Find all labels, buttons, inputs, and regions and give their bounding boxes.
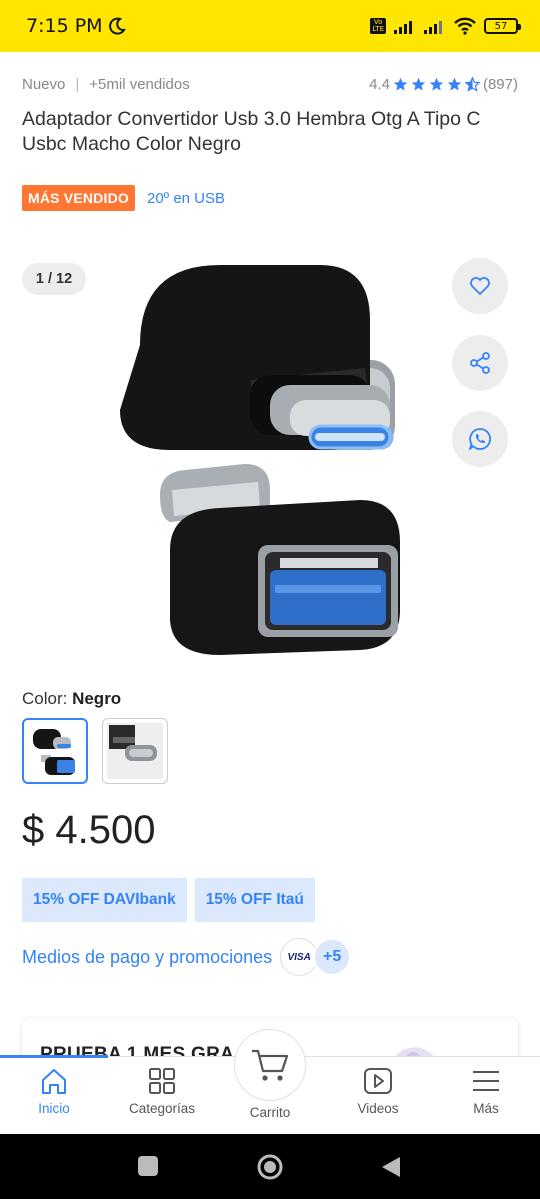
half-star-icon: [464, 77, 480, 92]
bottom-nav: Inicio Categorías Carrito Videos Más: [0, 1029, 540, 1134]
back-icon[interactable]: [380, 1155, 402, 1179]
status-icons: Vo LTE 57: [370, 17, 521, 35]
cart-icon: [252, 1049, 289, 1081]
nav-inicio[interactable]: Inicio: [0, 1067, 108, 1116]
home-button-icon[interactable]: [256, 1153, 284, 1181]
promo-davibank[interactable]: 15% OFF DAVIbank: [22, 878, 187, 922]
product-page: 7:15 PM Vo LTE 57 Nuevo | +5mil vendidos …: [0, 0, 540, 1199]
image-gallery[interactable]: 1 / 12: [0, 240, 540, 670]
volte-icon: Vo LTE: [370, 18, 386, 34]
nav-categorias[interactable]: Categorías: [108, 1067, 216, 1116]
nav-inicio-label: Inicio: [38, 1101, 70, 1116]
payment-methods: Medios de pago y promociones VISA +5: [22, 938, 352, 976]
color-option-negro[interactable]: [22, 718, 88, 784]
nav-carrito[interactable]: [234, 1029, 306, 1101]
whatsapp-button[interactable]: [452, 411, 508, 467]
nav-categorias-label: Categorías: [128, 1101, 196, 1116]
recents-icon[interactable]: [137, 1155, 159, 1177]
star-icon: [393, 77, 408, 91]
heart-icon: [470, 277, 490, 295]
share-icon: [470, 352, 490, 374]
signal-2-icon: [424, 21, 442, 34]
sold-count: +5mil vendidos: [89, 76, 190, 93]
status-bar: 7:15 PM Vo LTE 57: [0, 0, 540, 52]
wifi-icon: [454, 17, 476, 35]
bank-promos: 15% OFF DAVIbank 15% OFF Itaú: [22, 878, 315, 922]
nav-mas-label: Más: [473, 1101, 499, 1116]
swatch-image: [33, 729, 75, 775]
color-label: Color: Negro: [22, 689, 121, 709]
swatch-image: [107, 723, 163, 779]
nav-videos[interactable]: Videos: [324, 1067, 432, 1116]
badges: MÁS VENDIDO 20º en USB: [22, 185, 225, 211]
active-tab-indicator: [0, 1055, 108, 1058]
image-counter: 1 / 12: [22, 263, 86, 295]
nav-mas[interactable]: Más: [432, 1067, 540, 1116]
status-time: 7:15 PM: [26, 15, 103, 37]
best-seller-badge: MÁS VENDIDO: [22, 185, 135, 211]
color-swatches: [22, 718, 168, 784]
product-image[interactable]: [110, 250, 430, 660]
product-title: Adaptador Convertidor Usb 3.0 Hembra Otg…: [22, 108, 481, 155]
rating[interactable]: 4.4 (897): [369, 76, 518, 93]
category-rank-link[interactable]: 20º en USB: [147, 190, 225, 207]
more-payments-badge[interactable]: +5: [313, 938, 352, 976]
grid-icon: [149, 1068, 175, 1094]
color-option-2[interactable]: [102, 718, 168, 784]
share-button[interactable]: [452, 335, 508, 391]
star-icon: [411, 77, 426, 91]
payment-methods-link[interactable]: Medios de pago y promociones: [22, 947, 272, 968]
product-meta: Nuevo | +5mil vendidos 4.4 (897): [22, 76, 518, 93]
home-icon: [42, 1069, 66, 1094]
system-nav-bar: [0, 1134, 540, 1199]
condition-label: Nuevo: [22, 76, 66, 93]
whatsapp-icon: [469, 428, 492, 450]
price: $ 4.500: [22, 808, 156, 852]
star-icon: [429, 77, 444, 91]
moon-icon: [108, 17, 126, 35]
color-value: Negro: [72, 689, 122, 708]
color-label-text: Color:: [22, 689, 73, 708]
meta-divider: |: [75, 76, 80, 93]
rating-value: 4.4: [369, 76, 390, 93]
nav-carrito-label: Carrito: [249, 1105, 291, 1120]
promo-itau[interactable]: 15% OFF Itaú: [194, 878, 315, 922]
reviews-count: (897): [482, 76, 518, 93]
favorite-button[interactable]: [452, 258, 508, 314]
signal-icon: [394, 21, 412, 34]
play-icon: [364, 1068, 392, 1094]
menu-icon: [473, 1071, 499, 1091]
star-icon: [447, 77, 462, 91]
nav-videos-label: Videos: [357, 1101, 399, 1116]
battery-icon: 57: [484, 18, 521, 34]
